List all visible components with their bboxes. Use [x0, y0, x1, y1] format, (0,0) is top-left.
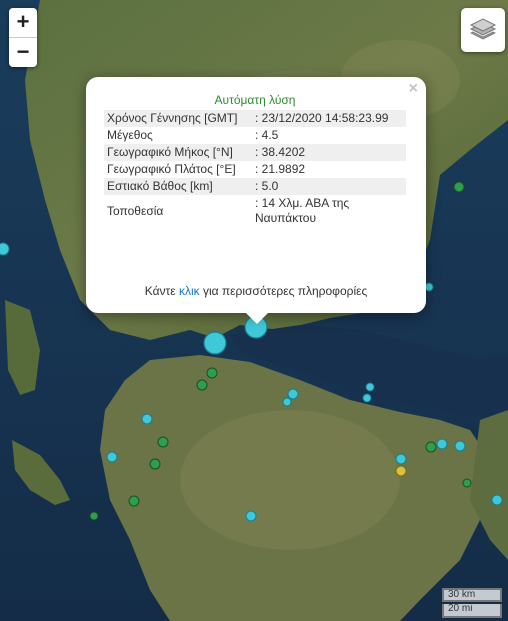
event-marker [462, 478, 472, 488]
scale-bar-imperial: 20 mi [442, 604, 502, 618]
zoom-control: + − [9, 8, 37, 67]
detail-value: : 4.5 [255, 128, 279, 142]
event-marker [282, 397, 292, 407]
event-marker [287, 388, 299, 400]
scale-bar-metric: 30 km [442, 588, 502, 602]
detail-label: Εστιακό Βάθος [km] [104, 178, 252, 195]
event-marker [141, 413, 153, 425]
popup-tip [246, 313, 268, 324]
detail-label: Γεωγραφικό Πλάτος [°E] [107, 162, 236, 176]
popup-title: Αυτόματη λύση [214, 93, 296, 107]
event-marker [206, 367, 218, 379]
event-marker [245, 510, 257, 522]
more-info-after: για περισσότερες πληροφορίες [199, 284, 368, 298]
event-marker [196, 379, 208, 391]
zoom-out-button[interactable]: − [9, 37, 37, 67]
event-marker [424, 282, 434, 292]
zoom-in-button[interactable]: + [9, 8, 37, 37]
detail-label: Γεωγραφικό Μήκος [°N] [104, 144, 252, 161]
detail-value: : 14 Χλμ. ΑΒΑ της Ναυπάκτου [255, 196, 350, 225]
event-marker [365, 382, 375, 392]
detail-value: : 21.9892 [255, 162, 306, 176]
event-marker [149, 458, 161, 470]
close-icon[interactable]: × [409, 81, 418, 97]
event-marker [395, 453, 407, 465]
detail-value: : 38.4202 [252, 144, 406, 161]
event-marker [362, 393, 372, 403]
event-details-table: Αυτόματη λύση Χρόνος Γέννησης [GMT] : 23… [104, 91, 406, 227]
detail-label: Χρόνος Γέννησης [GMT] [104, 110, 252, 127]
event-marker [106, 451, 118, 463]
detail-label: Μέγεθος [107, 128, 153, 142]
event-marker [453, 181, 465, 193]
detail-value: : 23/12/2020 14:58:23.99 [252, 110, 406, 127]
event-marker [491, 494, 503, 506]
event-marker [454, 440, 466, 452]
more-info-link[interactable]: κλικ [179, 284, 200, 298]
event-marker [157, 436, 169, 448]
event-marker [0, 242, 10, 256]
detail-value: : 5.0 [252, 178, 406, 195]
event-marker [425, 441, 437, 453]
layers-icon [469, 18, 497, 40]
event-marker [436, 438, 448, 450]
event-marker [89, 511, 99, 521]
event-marker [128, 495, 140, 507]
event-marker [395, 465, 407, 477]
event-marker [203, 331, 227, 355]
more-info-before: Κάντε [144, 284, 179, 298]
detail-label: Τοποθεσία [107, 203, 164, 218]
more-info-text: Κάντε κλικ για περισσότερες πληροφορίες [86, 284, 426, 298]
event-popup: × Αυτόματη λύση Χρόνος Γέννησης [GMT] : … [86, 77, 426, 313]
layers-button[interactable] [461, 8, 505, 52]
